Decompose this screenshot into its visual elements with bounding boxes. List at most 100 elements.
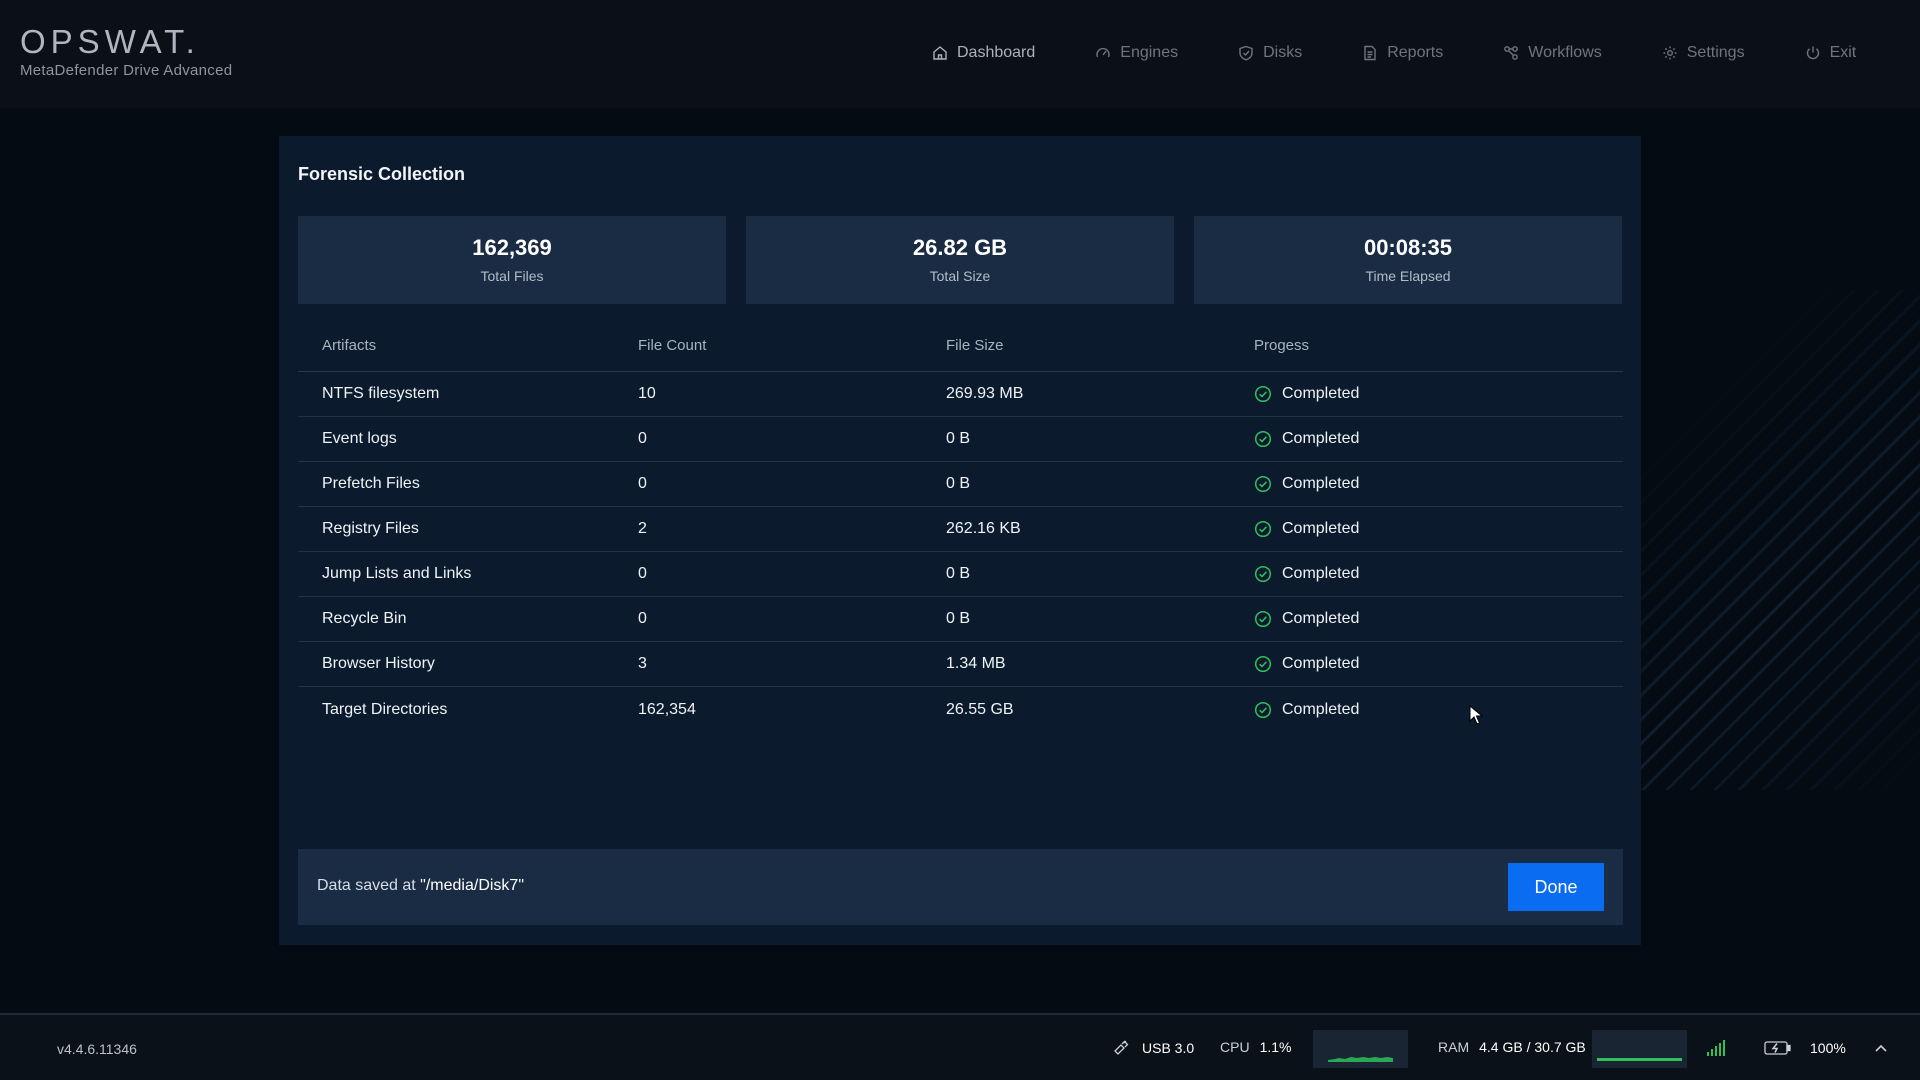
- file-count: 0: [638, 610, 647, 627]
- progress-status: Completed: [1254, 701, 1623, 719]
- usb-label: USB 3.0: [1142, 1040, 1195, 1056]
- battery-value: 100%: [1810, 1040, 1846, 1056]
- gear-icon: [1663, 46, 1677, 60]
- table-header: Artifacts File Count File Size Progess: [298, 320, 1623, 372]
- nav-disks[interactable]: Disks: [1238, 40, 1302, 66]
- brand: OPSWAT. MetaDefender Drive Advanced: [20, 24, 232, 80]
- battery-status: 100%: [1764, 1039, 1846, 1057]
- nav-label: Dashboard: [957, 44, 1036, 61]
- file-count: 10: [638, 385, 656, 402]
- file-count: 2: [638, 520, 647, 537]
- battery-charging-icon: [1764, 1041, 1791, 1055]
- top-bar: OPSWAT. MetaDefender Drive Advanced Dash…: [0, 0, 1920, 108]
- usb-status: USB 3.0: [1112, 1039, 1194, 1057]
- table-body: NTFS filesystem 10 269.93 MB Completed Event…: [298, 372, 1623, 732]
- artifact-name: Jump Lists and Links: [322, 565, 472, 582]
- signal-icon: [1707, 1040, 1725, 1056]
- nav-dashboard[interactable]: Dashboard: [932, 40, 1035, 66]
- file-count: 0: [638, 475, 647, 492]
- column-header-file-size: File Size: [946, 337, 1004, 354]
- check-circle-icon: [1254, 655, 1272, 673]
- status-label: Completed: [1282, 520, 1360, 537]
- progress-status: Completed: [1254, 610, 1623, 628]
- nav-engines[interactable]: Engines: [1095, 40, 1178, 66]
- nav-settings[interactable]: Settings: [1662, 40, 1745, 66]
- stat-value: 26.82 GB: [912, 235, 1008, 260]
- table-row: Prefetch Files 0 0 B Completed: [298, 462, 1623, 507]
- column-header-progress: Progess: [1254, 337, 1310, 354]
- table-row: Registry Files 2 262.16 KB Completed: [298, 507, 1623, 552]
- cpu-label: CPU: [1220, 1039, 1250, 1055]
- status-bar: v4.4.6.11346 USB 3.0 CPU 1.1% RAM 4.4 GB…: [0, 1013, 1920, 1080]
- file-count: 3: [638, 655, 647, 672]
- status-label: Completed: [1282, 700, 1360, 718]
- done-button[interactable]: Done: [1508, 863, 1604, 911]
- version-label: v4.4.6.11346: [57, 1041, 137, 1057]
- saved-location-text: Data saved at "/media/Disk7": [317, 877, 524, 895]
- status-label: Completed: [1282, 655, 1360, 672]
- status-label: Completed: [1282, 475, 1360, 492]
- progress-status: Completed: [1254, 565, 1623, 583]
- status-label: Completed: [1282, 610, 1360, 627]
- usb-icon: [1114, 1040, 1129, 1055]
- stat-time-elapsed: 00:08:35 Time Elapsed: [1194, 216, 1622, 304]
- nav-exit[interactable]: Exit: [1805, 40, 1857, 66]
- column-header-artifacts: Artifacts: [322, 337, 377, 354]
- document-icon: [1364, 45, 1376, 61]
- file-count: 0: [638, 565, 647, 582]
- artifact-name: Recycle Bin: [322, 610, 407, 627]
- stat-label: Total Files: [480, 268, 544, 284]
- stat-label: Time Elapsed: [1365, 268, 1451, 284]
- nav-reports[interactable]: Reports: [1362, 40, 1443, 66]
- forensic-collection-panel: Forensic Collection 162,369 Total Files …: [279, 136, 1641, 945]
- table-row: Browser History 3 1.34 MB Completed: [298, 642, 1623, 687]
- progress-status: Completed: [1254, 475, 1623, 493]
- artifact-name: Event logs: [322, 430, 397, 447]
- status-label: Completed: [1282, 430, 1360, 447]
- ram-value: 4.4 GB / 30.7 GB: [1479, 1039, 1586, 1055]
- home-icon: [933, 46, 947, 60]
- status-label: Completed: [1282, 385, 1360, 402]
- progress-status: Completed: [1254, 430, 1623, 448]
- workflow-icon: [1504, 46, 1519, 60]
- check-circle-icon: [1254, 475, 1272, 493]
- cpu-graph: [1313, 1030, 1408, 1068]
- save-footer: Data saved at "/media/Disk7" Done: [298, 849, 1623, 925]
- file-size: 0 B: [946, 610, 971, 627]
- progress-status: Completed: [1254, 655, 1623, 673]
- status-label: Completed: [1282, 565, 1360, 582]
- file-count: 0: [638, 430, 647, 447]
- nav-workflows[interactable]: Workflows: [1503, 40, 1602, 66]
- shield-check-icon: [1239, 45, 1253, 61]
- ram-label: RAM: [1438, 1039, 1470, 1055]
- file-size: 0 B: [946, 475, 971, 492]
- stat-value: 162,369: [472, 235, 552, 260]
- check-circle-icon: [1254, 520, 1272, 538]
- file-size: 26.55 GB: [946, 700, 1014, 718]
- nav-label: Settings: [1686, 44, 1745, 61]
- cpu-status: CPU 1.1%: [1220, 1039, 1291, 1055]
- column-header-file-count: File Count: [638, 337, 707, 354]
- file-size: 0 B: [946, 430, 971, 447]
- ram-status: RAM 4.4 GB / 30.7 GB: [1438, 1039, 1586, 1055]
- background-stripes: [1640, 290, 1920, 790]
- artifact-name: Browser History: [322, 655, 435, 672]
- table-row: Recycle Bin 0 0 B Completed: [298, 597, 1623, 642]
- mouse-cursor-icon: [1469, 705, 1483, 725]
- nav-label: Disks: [1263, 44, 1303, 61]
- chevron-up-icon[interactable]: [1874, 1043, 1888, 1053]
- check-circle-icon: [1254, 610, 1272, 628]
- file-size: 0 B: [946, 565, 971, 582]
- ram-graph: [1592, 1030, 1687, 1068]
- check-circle-icon: [1254, 385, 1272, 403]
- nav-label: Exit: [1829, 44, 1857, 61]
- progress-status: Completed: [1254, 385, 1623, 403]
- artifact-name: Prefetch Files: [322, 475, 420, 492]
- saved-path: "/media/Disk7": [420, 877, 525, 894]
- file-count: 162,354: [638, 700, 696, 718]
- panel-title: Forensic Collection: [298, 164, 466, 184]
- table-row: Event logs 0 0 B Completed: [298, 417, 1623, 462]
- progress-status: Completed: [1254, 520, 1623, 538]
- power-icon: [1806, 46, 1819, 60]
- file-size: 269.93 MB: [946, 385, 1024, 402]
